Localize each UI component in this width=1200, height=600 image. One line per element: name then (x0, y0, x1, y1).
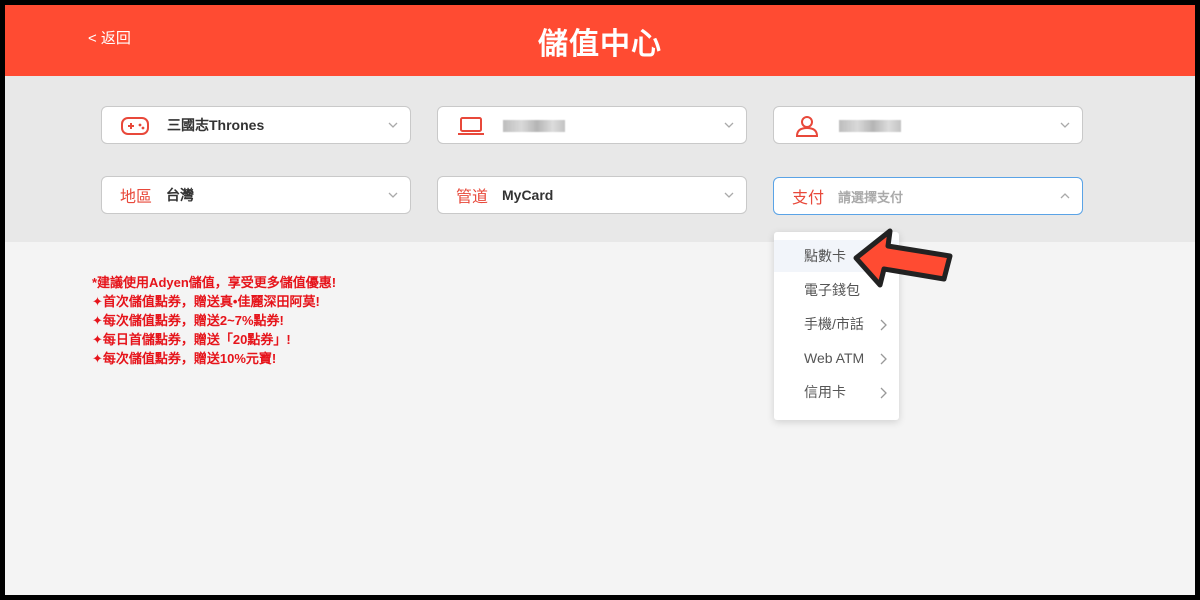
header-bar: < 返回 儲值中心 (5, 5, 1195, 76)
payment-option-credit-card[interactable]: 信用卡 (774, 376, 899, 408)
payment-placeholder: 請選擇支付 (838, 189, 904, 205)
server-select[interactable] (437, 106, 747, 144)
game-select[interactable]: 三國志Thrones (101, 106, 411, 144)
promo-line: *建議使用Adyen儲值，享受更多儲值優惠! (92, 275, 337, 290)
channel-select[interactable]: 管道 MyCard (437, 176, 747, 214)
character-select[interactable] (773, 106, 1083, 144)
region-select[interactable]: 地區 台灣 (101, 176, 411, 214)
app-frame: < 返回 儲值中心 三國志Thrones 地區 台灣 管道 MyCard 支付 … (5, 5, 1195, 595)
promo-line: ✦首次儲值點券，贈送真•佳麗深田阿莫! (92, 294, 320, 309)
payment-option-web-atm[interactable]: Web ATM (774, 342, 899, 374)
chevron-down-icon (388, 192, 398, 198)
chevron-down-icon (1060, 122, 1070, 128)
server-value-redacted (503, 120, 565, 132)
promo-line: ✦每次儲值點券，贈送2~7%點券! (92, 313, 284, 328)
region-value: 台灣 (166, 187, 194, 203)
region-label: 地區 (120, 189, 153, 206)
promo-line: ✦每日首儲點券，贈送「20點券」! (92, 332, 291, 347)
game-value: 三國志Thrones (167, 117, 265, 133)
channel-label: 管道 (456, 189, 489, 206)
chevron-down-icon (388, 122, 398, 128)
character-value-redacted (839, 120, 901, 132)
payment-select[interactable]: 支付 請選擇支付 (773, 177, 1083, 215)
chevron-right-icon (880, 353, 887, 365)
page-title: 儲值中心 (538, 28, 662, 61)
promo-line: ✦每次儲值點券，贈送10%元寶! (92, 351, 277, 366)
gamepad-icon (121, 117, 149, 135)
payment-label: 支付 (792, 190, 825, 207)
chevron-down-icon (724, 122, 734, 128)
pointer-arrow-icon (853, 228, 953, 288)
promo-notice: *建議使用Adyen儲值，享受更多儲值優惠! ✦首次儲值點券，贈送真•佳麗深田阿… (92, 273, 336, 368)
user-icon (795, 116, 819, 137)
laptop-icon (458, 117, 484, 135)
payment-option-mobile[interactable]: 手機/市話 (774, 308, 899, 340)
chevron-up-icon (1060, 193, 1070, 199)
channel-value: MyCard (502, 187, 554, 203)
chevron-right-icon (880, 387, 887, 399)
chevron-right-icon (880, 319, 887, 331)
chevron-down-icon (724, 192, 734, 198)
selector-panel: 三國志Thrones 地區 台灣 管道 MyCard 支付 請選擇支付 (5, 76, 1195, 242)
